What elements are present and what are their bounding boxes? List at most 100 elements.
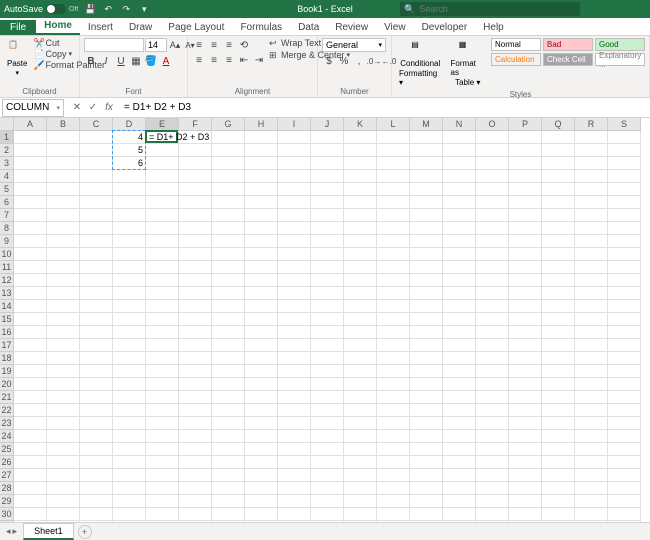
cell-J20[interactable]	[311, 378, 344, 391]
row-header-3[interactable]: 3	[0, 157, 14, 170]
cell-S16[interactable]	[608, 326, 641, 339]
style-good[interactable]: Good	[595, 38, 645, 51]
cell-N16[interactable]	[443, 326, 476, 339]
cell-R28[interactable]	[575, 482, 608, 495]
cell-L6[interactable]	[377, 196, 410, 209]
cell-D20[interactable]	[113, 378, 146, 391]
cell-Q31[interactable]	[542, 521, 575, 522]
cell-B19[interactable]	[47, 365, 80, 378]
cell-P5[interactable]	[509, 183, 542, 196]
cell-K29[interactable]	[344, 495, 377, 508]
cell-I27[interactable]	[278, 469, 311, 482]
cell-G24[interactable]	[212, 430, 245, 443]
cell-L25[interactable]	[377, 443, 410, 456]
cell-M29[interactable]	[410, 495, 443, 508]
cell-D27[interactable]	[113, 469, 146, 482]
cell-R20[interactable]	[575, 378, 608, 391]
cell-I11[interactable]	[278, 261, 311, 274]
cell-S17[interactable]	[608, 339, 641, 352]
cell-M26[interactable]	[410, 456, 443, 469]
cell-P15[interactable]	[509, 313, 542, 326]
cell-C15[interactable]	[80, 313, 113, 326]
cell-M12[interactable]	[410, 274, 443, 287]
cell-B8[interactable]	[47, 222, 80, 235]
cell-N24[interactable]	[443, 430, 476, 443]
cell-C25[interactable]	[80, 443, 113, 456]
style-bad[interactable]: Bad	[543, 38, 593, 51]
col-header-I[interactable]: I	[278, 118, 311, 131]
col-header-Q[interactable]: Q	[542, 118, 575, 131]
cell-P22[interactable]	[509, 404, 542, 417]
cell-G4[interactable]	[212, 170, 245, 183]
cell-N19[interactable]	[443, 365, 476, 378]
cell-R22[interactable]	[575, 404, 608, 417]
cell-I24[interactable]	[278, 430, 311, 443]
cell-O26[interactable]	[476, 456, 509, 469]
cell-A24[interactable]	[14, 430, 47, 443]
cell-O31[interactable]	[476, 521, 509, 522]
cell-H6[interactable]	[245, 196, 278, 209]
cell-P3[interactable]	[509, 157, 542, 170]
cell-O3[interactable]	[476, 157, 509, 170]
cell-O2[interactable]	[476, 144, 509, 157]
cell-H21[interactable]	[245, 391, 278, 404]
cell-A25[interactable]	[14, 443, 47, 456]
row-header-29[interactable]: 29	[0, 495, 14, 508]
cell-Q11[interactable]	[542, 261, 575, 274]
cell-K8[interactable]	[344, 222, 377, 235]
cell-L4[interactable]	[377, 170, 410, 183]
cell-S30[interactable]	[608, 508, 641, 521]
tab-formulas[interactable]: Formulas	[232, 20, 290, 35]
cell-G10[interactable]	[212, 248, 245, 261]
cell-H27[interactable]	[245, 469, 278, 482]
cell-G7[interactable]	[212, 209, 245, 222]
style-check-cell[interactable]: Check Cell	[543, 53, 593, 66]
cell-M19[interactable]	[410, 365, 443, 378]
cell-L28[interactable]	[377, 482, 410, 495]
cell-I6[interactable]	[278, 196, 311, 209]
cell-F4[interactable]	[179, 170, 212, 183]
cell-E11[interactable]	[146, 261, 179, 274]
cell-R31[interactable]	[575, 521, 608, 522]
cell-G3[interactable]	[212, 157, 245, 170]
cell-C24[interactable]	[80, 430, 113, 443]
cell-I14[interactable]	[278, 300, 311, 313]
row-header-19[interactable]: 19	[0, 365, 14, 378]
cell-A4[interactable]	[14, 170, 47, 183]
col-header-K[interactable]: K	[344, 118, 377, 131]
cell-H28[interactable]	[245, 482, 278, 495]
cell-J14[interactable]	[311, 300, 344, 313]
cell-F9[interactable]	[179, 235, 212, 248]
cell-B26[interactable]	[47, 456, 80, 469]
row-header-2[interactable]: 2	[0, 144, 14, 157]
cell-L13[interactable]	[377, 287, 410, 300]
autosave-toggle[interactable]: AutoSave Off	[4, 4, 78, 14]
cell-R13[interactable]	[575, 287, 608, 300]
cell-Q7[interactable]	[542, 209, 575, 222]
cell-M27[interactable]	[410, 469, 443, 482]
cell-C23[interactable]	[80, 417, 113, 430]
cell-H13[interactable]	[245, 287, 278, 300]
cell-J12[interactable]	[311, 274, 344, 287]
cell-F20[interactable]	[179, 378, 212, 391]
cell-M3[interactable]	[410, 157, 443, 170]
cell-R30[interactable]	[575, 508, 608, 521]
cell-I31[interactable]	[278, 521, 311, 522]
cell-N3[interactable]	[443, 157, 476, 170]
cell-Q5[interactable]	[542, 183, 575, 196]
cell-A11[interactable]	[14, 261, 47, 274]
cell-M20[interactable]	[410, 378, 443, 391]
cell-H22[interactable]	[245, 404, 278, 417]
format-as-table-button[interactable]: ▦ Format as Table ▾	[448, 38, 488, 89]
cell-L31[interactable]	[377, 521, 410, 522]
cell-B5[interactable]	[47, 183, 80, 196]
row-header-10[interactable]: 10	[0, 248, 14, 261]
italic-button[interactable]: I	[99, 54, 113, 68]
cell-S6[interactable]	[608, 196, 641, 209]
cell-K6[interactable]	[344, 196, 377, 209]
cell-G27[interactable]	[212, 469, 245, 482]
cell-K22[interactable]	[344, 404, 377, 417]
cell-R8[interactable]	[575, 222, 608, 235]
cell-A28[interactable]	[14, 482, 47, 495]
col-header-N[interactable]: N	[443, 118, 476, 131]
